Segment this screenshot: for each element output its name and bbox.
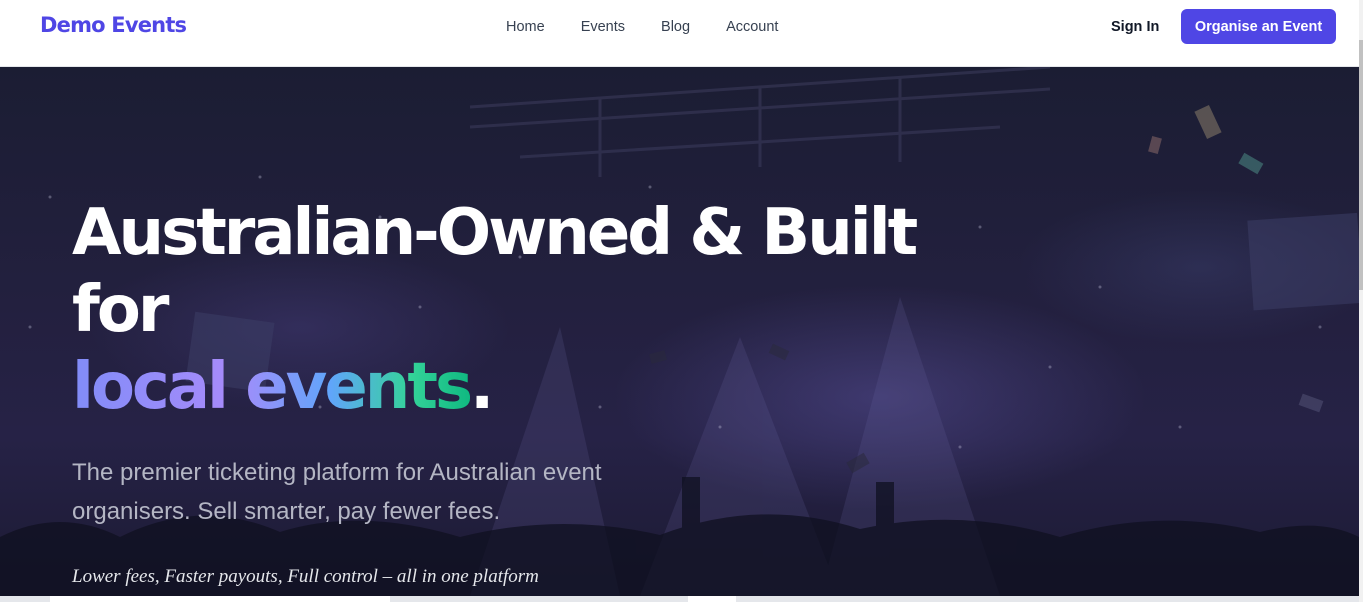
nav-link-account[interactable]: Account: [726, 18, 778, 36]
organise-event-button[interactable]: Organise an Event: [1181, 9, 1336, 44]
hero-section: Australian-Owned & Built for local event…: [0, 67, 1359, 596]
bottom-strip-segment: [688, 596, 736, 602]
headline-accent: local events: [72, 350, 473, 424]
headline-line-2: for: [72, 273, 169, 347]
bottom-strip: [0, 596, 1359, 602]
top-navbar: Demo Events Home Events Blog Account Sig…: [0, 0, 1363, 67]
hero-subtitle: The premier ticketing platform for Austr…: [72, 459, 602, 525]
hero-headline: Australian-Owned & Built for local event…: [72, 195, 918, 426]
nav-link-home[interactable]: Home: [506, 18, 545, 36]
sign-in-link[interactable]: Sign In: [1111, 18, 1159, 36]
main-nav: Home Events Blog Account: [506, 18, 814, 36]
nav-link-blog[interactable]: Blog: [661, 18, 690, 36]
headline-period: .: [470, 350, 494, 424]
headline-line-3: local events.: [72, 349, 915, 426]
scrollbar-thumb[interactable]: [1359, 40, 1363, 290]
brand-logo[interactable]: Demo Events: [40, 13, 187, 37]
hero-tagline: Lower fees, Faster payouts, Full control…: [72, 566, 539, 587]
headline-line-1: Australian-Owned & Built: [72, 196, 918, 270]
nav-link-events[interactable]: Events: [581, 18, 625, 36]
bottom-strip-segment: [50, 596, 390, 602]
